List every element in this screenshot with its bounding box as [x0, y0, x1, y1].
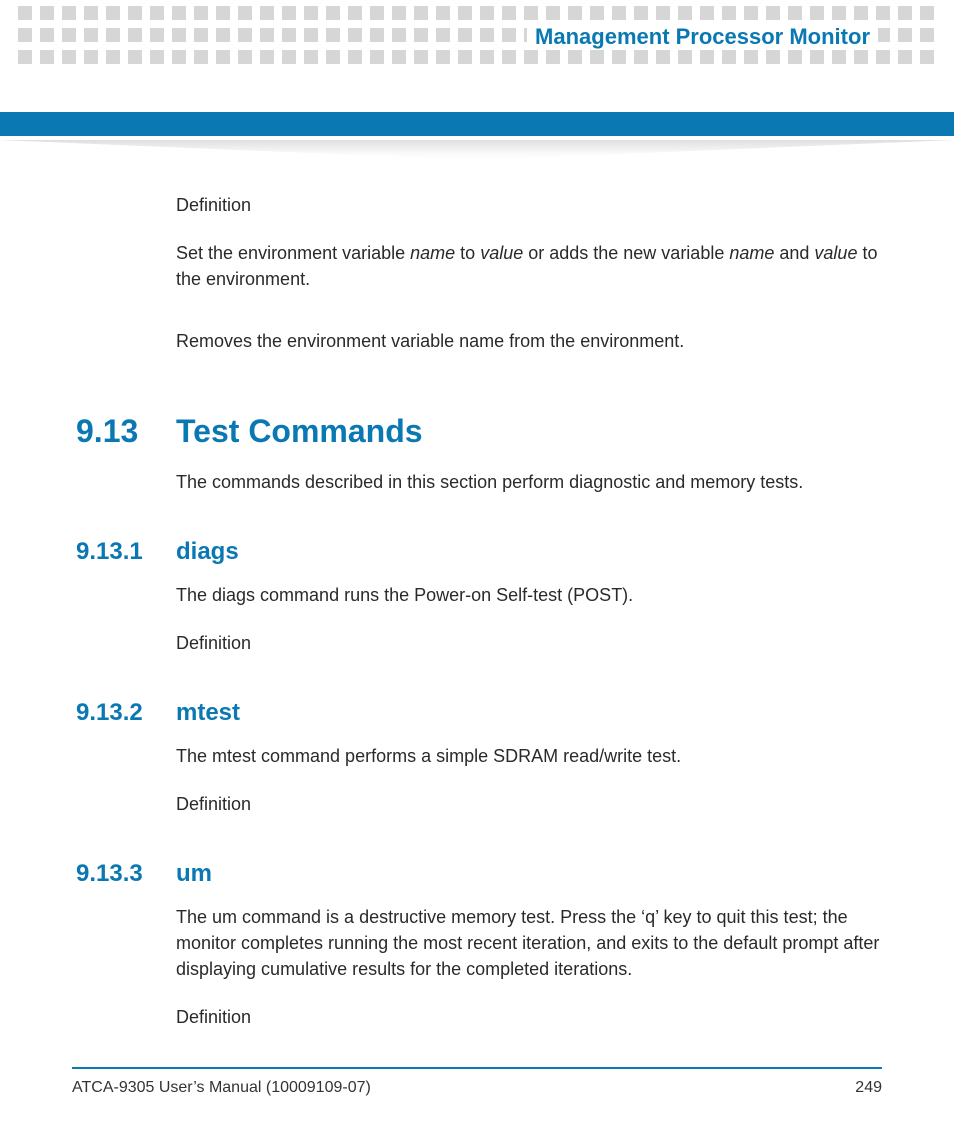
definition-label: Definition — [176, 1004, 880, 1030]
definition-label: Definition — [176, 791, 880, 817]
heading-title: mtest — [176, 699, 240, 726]
unsetenv-description: Removes the environment variable name fr… — [176, 328, 880, 354]
definition-label: Definition — [176, 630, 880, 656]
heading-um: 9.13.3 um — [176, 857, 880, 892]
test-commands-intro: The commands described in this section p… — [176, 469, 880, 495]
heading-diags: 9.13.1 diags — [176, 535, 880, 570]
heading-number: 9.13.2 — [76, 696, 166, 731]
setenv-description: Set the environment variable name to val… — [176, 240, 880, 292]
footer-page-number: 249 — [855, 1079, 882, 1097]
heading-title: Test Commands — [176, 413, 423, 449]
heading-mtest: 9.13.2 mtest — [176, 696, 880, 731]
header-blue-bar — [0, 112, 954, 136]
header-shadow — [0, 140, 954, 160]
heading-title: diags — [176, 538, 239, 565]
diags-description: The diags command runs the Power-on Self… — [176, 582, 880, 608]
footer-doc-title: ATCA-9305 User’s Manual (10009109-07) — [72, 1079, 371, 1097]
um-description: The um command is a destructive memory t… — [176, 904, 880, 982]
page-footer: ATCA-9305 User’s Manual (10009109-07) 24… — [72, 1067, 882, 1097]
heading-test-commands: 9.13 Test Commands — [176, 408, 880, 454]
chapter-header: Management Processor Monitor — [527, 24, 878, 50]
mtest-description: The mtest command performs a simple SDRA… — [176, 743, 880, 769]
definition-label: Definition — [176, 192, 880, 218]
heading-number: 9.13.3 — [76, 857, 166, 892]
heading-number: 9.13.1 — [76, 535, 166, 570]
heading-title: um — [176, 860, 212, 887]
heading-number: 9.13 — [76, 408, 166, 454]
